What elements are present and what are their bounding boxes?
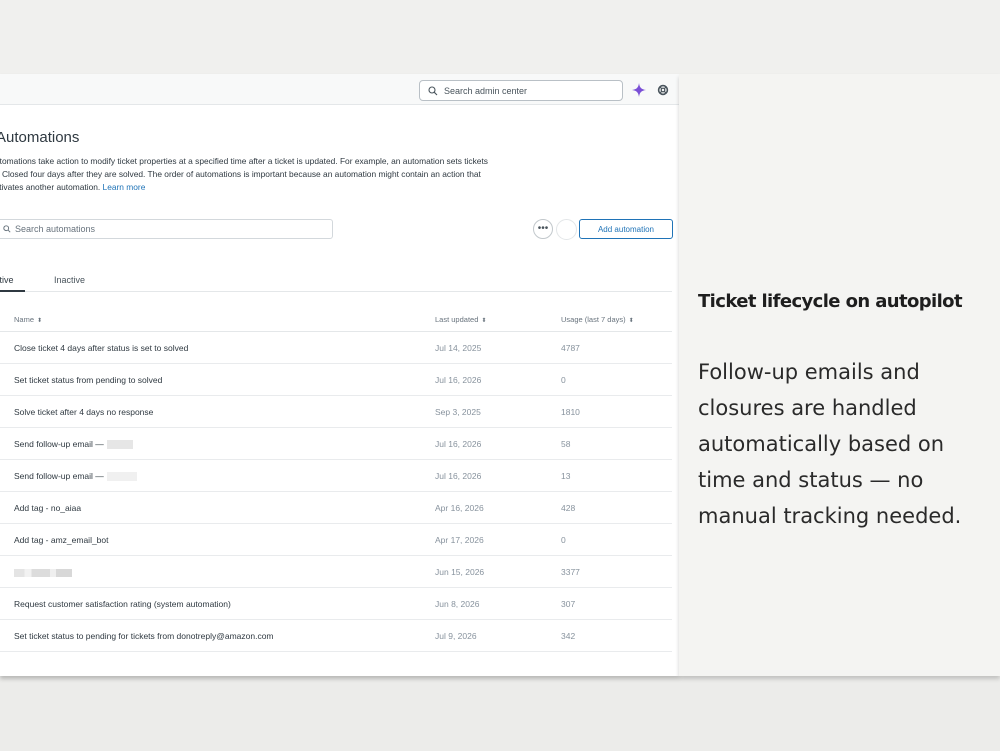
redacted-text — [14, 568, 72, 577]
description-line: ctivates another automation. Learn more — [0, 181, 565, 194]
more-options-button[interactable]: ••• — [533, 219, 553, 239]
page-title: Automations — [0, 129, 80, 146]
automation-name[interactable]: Request customer satisfaction rating (sy… — [14, 599, 231, 609]
table-header: Name ⬍ Last updated ⬍ Usage (last 7 days) ⬍ — [0, 305, 672, 332]
automation-name-cell[interactable]: Send follow-up email — — [14, 439, 133, 450]
redacted-text — [106, 440, 133, 450]
usage-count: 0 — [561, 375, 566, 385]
page-description: utomations take action to modify ticket … — [0, 155, 565, 194]
table-row[interactable]: Add tag - no_aiaa Apr 16, 2026 428 — [0, 492, 672, 524]
background-top — [0, 0, 1000, 74]
column-header-label: Last updated — [435, 315, 479, 324]
description-line: o Closed four days after they are solved… — [0, 169, 481, 179]
search-automations-input[interactable]: Search automations — [0, 219, 333, 239]
automation-name-cell[interactable]: Send follow-up email — — [14, 471, 137, 482]
usage-count: 342 — [561, 631, 576, 641]
promo-body: Follow-up emails and closures are handle… — [698, 360, 962, 528]
table-row[interactable]: Close ticket 4 days after status is set … — [0, 332, 672, 364]
usage-count: 0 — [561, 535, 566, 545]
search-icon — [428, 85, 438, 95]
table-row[interactable]: Set ticket status from pending to solved… — [0, 364, 672, 396]
last-updated: Apr 17, 2026 — [435, 535, 484, 545]
secondary-action-button[interactable] — [556, 219, 577, 240]
column-header-label: Usage (last 7 days) — [561, 315, 626, 324]
help-ring-icon[interactable] — [657, 84, 669, 96]
usage-count: 58 — [561, 439, 571, 449]
admin-center-window: Search admin center Automations utomatio… — [0, 74, 679, 676]
table-row[interactable]: Send follow-up email — Jul 16, 2026 58 — [0, 428, 672, 460]
redacted-text — [106, 472, 137, 482]
admin-search-placeholder: Search admin center — [444, 85, 528, 96]
column-header-usage[interactable]: Usage (last 7 days) ⬍ — [561, 315, 634, 324]
table-row[interactable]: Jun 15, 2026 3377 — [0, 556, 672, 588]
table-row[interactable]: Set ticket status to pending for tickets… — [0, 620, 672, 652]
last-updated: Jul 16, 2026 — [435, 375, 482, 385]
status-tabs: ctive Inactive — [0, 269, 672, 292]
automation-name[interactable]: Add tag - amz_email_bot — [14, 535, 109, 545]
automation-name[interactable]: Solve ticket after 4 days no response — [14, 407, 153, 417]
last-updated: Jul 14, 2025 — [435, 343, 482, 353]
admin-search-input[interactable]: Search admin center — [419, 80, 623, 101]
sort-icon: ⬍ — [37, 318, 43, 324]
table-row[interactable]: Send follow-up email — Jul 16, 2026 13 — [0, 460, 672, 492]
automation-name: Send follow-up email — — [14, 439, 104, 449]
background-bottom — [0, 676, 1000, 751]
last-updated: Jul 9, 2026 — [435, 631, 477, 641]
column-header-last-updated[interactable]: Last updated ⬍ — [435, 315, 486, 324]
last-updated: Jun 15, 2026 — [435, 567, 485, 577]
promo-panel: Ticket lifecycle on autopilot Follow-up … — [679, 74, 1000, 676]
search-automations-placeholder: Search automations — [15, 224, 96, 234]
description-line: utomations take action to modify ticket … — [0, 156, 488, 166]
tab-active[interactable]: ctive — [0, 275, 25, 292]
sparkle-icon[interactable] — [632, 83, 646, 97]
more-options-icon: ••• — [537, 223, 549, 234]
search-icon — [3, 225, 11, 233]
usage-count: 13 — [561, 471, 571, 481]
usage-count: 4787 — [561, 343, 580, 353]
automation-name[interactable]: Add tag - no_aiaa — [14, 503, 81, 513]
table-row[interactable]: Request customer satisfaction rating (sy… — [0, 588, 672, 620]
learn-more-link[interactable]: Learn more — [103, 182, 146, 192]
sort-icon: ⬍ — [628, 318, 634, 324]
usage-count: 428 — [561, 503, 576, 513]
usage-count: 1810 — [561, 407, 580, 417]
automation-name[interactable]: Set ticket status from pending to solved — [14, 375, 162, 385]
table-row[interactable]: Solve ticket after 4 days no response Se… — [0, 396, 672, 428]
last-updated: Apr 16, 2026 — [435, 503, 484, 513]
automation-name-cell[interactable] — [14, 567, 72, 577]
automation-name[interactable]: Close ticket 4 days after status is set … — [14, 343, 188, 353]
last-updated: Jul 16, 2026 — [435, 439, 482, 449]
sort-icon: ⬍ — [481, 318, 487, 324]
usage-count: 307 — [561, 599, 576, 609]
description-line-text: ctivates another automation. — [0, 182, 101, 192]
promo-headline: Ticket lifecycle on autopilot — [698, 291, 963, 312]
automation-name[interactable]: Set ticket status to pending for tickets… — [14, 631, 274, 641]
add-automation-button[interactable]: Add automation — [579, 219, 673, 239]
automation-name: Send follow-up email — — [14, 471, 104, 481]
top-bar: Search admin center — [0, 74, 679, 105]
last-updated: Jul 16, 2026 — [435, 471, 482, 481]
table-row[interactable]: Add tag - amz_email_bot Apr 17, 2026 0 — [0, 524, 672, 556]
column-header-label: Name — [14, 315, 35, 324]
last-updated: Sep 3, 2025 — [435, 407, 481, 417]
tab-inactive[interactable]: Inactive — [54, 275, 85, 292]
usage-count: 3377 — [561, 567, 580, 577]
last-updated: Jun 8, 2026 — [435, 599, 480, 609]
automations-table: Close ticket 4 days after status is set … — [0, 332, 672, 652]
column-header-name[interactable]: Name ⬍ — [14, 315, 42, 324]
